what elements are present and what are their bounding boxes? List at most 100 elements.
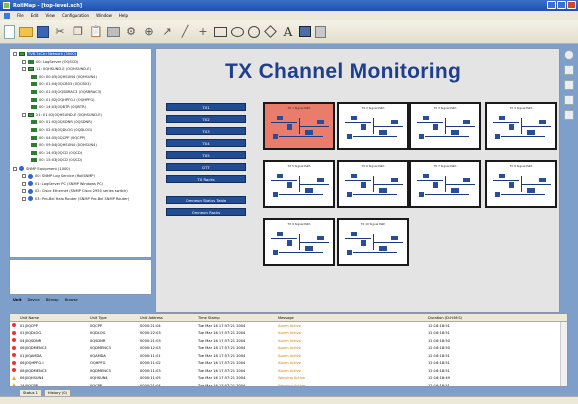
- tree-item[interactable]: SNMP Equipment (1000): [13, 166, 70, 171]
- rectangle-icon[interactable]: [214, 26, 227, 37]
- refresh-icon[interactable]: [563, 110, 574, 120]
- tab-browse[interactable]: Browse: [64, 297, 79, 303]
- signal-path-panel[interactable]: TX 2 Signal Path: [337, 102, 409, 150]
- channel-button-tx2[interactable]: TX2: [166, 115, 246, 123]
- tree-item[interactable]: 00: SNMP Log Service (RollSNMP): [22, 173, 95, 179]
- tree-item[interactable]: 00: 04:05|0QCPP (0QCPP): [31, 135, 85, 140]
- column-header[interactable]: Time Stamp: [196, 316, 276, 320]
- tree-item[interactable]: 00: 01:03|OQSBRAC3 (OQSBRAC3): [31, 90, 101, 94]
- maximize-button[interactable]: [557, 1, 566, 9]
- layers-icon[interactable]: [563, 65, 574, 75]
- grid-icon[interactable]: [563, 80, 574, 90]
- menu-item-view[interactable]: View: [45, 13, 55, 18]
- column-header[interactable]: Unit Address: [138, 316, 196, 320]
- minimize-button[interactable]: [547, 1, 556, 9]
- oval-icon[interactable]: [231, 26, 244, 37]
- link-button-omneon-status-table[interactable]: Omneon Status Table: [166, 196, 246, 204]
- menu-item-edit[interactable]: Edit: [31, 13, 39, 18]
- image-icon[interactable]: [299, 26, 311, 37]
- save-icon[interactable]: [37, 25, 49, 38]
- open-folder-icon[interactable]: [19, 26, 33, 37]
- expand-toggle-icon[interactable]: [22, 196, 26, 201]
- table-row[interactable]: 01|0QDLOG 0QDLOG 0000:22:03 Tue Mar 16 17:5…: [10, 330, 567, 338]
- signal-path-panel[interactable]: TX 8 Signal Path: [485, 160, 557, 208]
- table-row[interactable]: 14|0QCPP 0QCPP 0000:21:04 Tue Mar 16 17:57:…: [10, 382, 567, 386]
- zoom-in-icon[interactable]: [563, 50, 574, 60]
- zoom-icon[interactable]: ⊕: [142, 25, 156, 39]
- disk-icon[interactable]: [315, 25, 326, 38]
- table-row[interactable]: 01|0QCPP 0QCPP 0000:21:04 Tue Mar 16 17:57:…: [10, 322, 567, 330]
- close-button[interactable]: [567, 1, 576, 9]
- tree-item[interactable]: 11: 0QHSUND-E (OQHSUND-E): [22, 67, 91, 72]
- menu-item-configuration[interactable]: Configuration: [62, 13, 89, 18]
- tree-item[interactable]: TVB-TxCtrl Network (3000): [13, 52, 78, 56]
- tab-bitmap[interactable]: Bitmap: [45, 297, 60, 303]
- signal-path-panel[interactable]: TX 7 Signal Path: [409, 160, 481, 208]
- tree-item[interactable]: 01: LogServer PC (SNMP Windows PC): [22, 181, 103, 187]
- expand-toggle-icon[interactable]: [13, 52, 17, 56]
- column-header[interactable]: Unit Name: [18, 316, 88, 320]
- line-icon[interactable]: ╱: [178, 25, 192, 39]
- copy-icon[interactable]: ❐: [71, 25, 85, 39]
- channel-button-tx4[interactable]: TX4: [166, 139, 246, 147]
- properties-icon[interactable]: [563, 95, 574, 105]
- column-header[interactable]: Message: [276, 316, 426, 320]
- expand-toggle-icon[interactable]: [22, 174, 26, 179]
- tree-item[interactable]: 00: 02:03|0QDLOG (0QDLOG): [31, 128, 92, 132]
- channel-button-dtt[interactable]: DTT: [166, 163, 246, 171]
- table-row[interactable]: 01|0QAMDA 0QAMDA 0000:11:01 Tue Mar 16 17:5…: [10, 352, 567, 360]
- signal-path-panel[interactable]: TX 3 Signal Path: [409, 102, 481, 150]
- menu-item-window[interactable]: Window: [96, 13, 112, 18]
- signal-path-panel[interactable]: TX 4 Signal Path: [485, 102, 557, 150]
- table-row[interactable]: 06|OQHPFG-I OQHPFG 0000:11:02 Tue Mar 16 17…: [10, 360, 567, 368]
- signal-path-panel[interactable]: TX 6 Signal Path: [337, 160, 409, 208]
- table-row[interactable]: 04|0QSDNR 0QSDNR 0000:21:03 Tue Mar 16 17:5…: [10, 337, 567, 345]
- tree-item[interactable]: 02: Cisco Ethernet (SNMP Cisco 2950 seri…: [22, 188, 128, 194]
- expand-toggle-icon[interactable]: [22, 59, 26, 64]
- tree-item[interactable]: 00: 14:03|0QCD (0QCD): [31, 150, 82, 155]
- circle-icon[interactable]: [248, 25, 260, 38]
- tree-item[interactable]: 03: Pro-Bel Halo Router (SNMP Pro-Bel SN…: [22, 196, 129, 202]
- expand-toggle-icon[interactable]: [22, 112, 26, 117]
- table-row[interactable]: 06|0QDMENC3 0QDMENC3 0000:12:03 Tue Mar 16 …: [10, 345, 567, 353]
- tree-item[interactable]: 21: 01:02|0QHSUND-E (0QHSUND-E): [22, 112, 102, 117]
- expand-toggle-icon[interactable]: [22, 181, 26, 186]
- tree-item[interactable]: 00: 14:03|0QBTR (0QBTR): [31, 105, 86, 110]
- signal-path-panel[interactable]: TX 10 Signal Path: [337, 218, 409, 266]
- signal-path-panel[interactable]: TX 9 Signal Path: [263, 218, 335, 266]
- cut-icon[interactable]: ✂: [53, 25, 67, 39]
- channel-button-tx1[interactable]: TX1: [166, 103, 246, 111]
- tab-device[interactable]: Device: [26, 297, 40, 303]
- tree-item[interactable]: 00: 00:05|0QHSUN4 (0QHSUN4): [31, 74, 97, 79]
- channel-button-tx3[interactable]: TX3: [166, 127, 246, 135]
- column-header[interactable]: Duration (D:H:M:S): [426, 316, 556, 320]
- pointer-icon[interactable]: ↗: [160, 25, 174, 39]
- new-document-icon[interactable]: [4, 24, 15, 39]
- menu-item-file[interactable]: File: [17, 13, 24, 18]
- link-button-omneon-racks[interactable]: Omneon Racks: [166, 208, 246, 216]
- expand-toggle-icon[interactable]: [22, 67, 26, 72]
- diamond-icon[interactable]: [264, 25, 277, 38]
- table-row[interactable]: 06|0QHSUN4 0QHSUN4 0000:11:05 Tue Mar 16 17…: [10, 375, 567, 383]
- signal-path-panel[interactable]: TX 1 Signal Path: [263, 102, 335, 150]
- table-row[interactable]: 08|0QDMENC3 0QDMENC3 0000:11:03 Tue Mar 16 …: [10, 367, 567, 375]
- signal-path-panel[interactable]: TX 5 Signal Path: [263, 160, 335, 208]
- expand-toggle-icon[interactable]: [22, 189, 26, 194]
- tab-unit[interactable]: Unit: [12, 297, 22, 303]
- channel-button-tx-racks[interactable]: TX Racks: [166, 175, 246, 183]
- document-menu-icon[interactable]: [4, 12, 10, 19]
- text-icon[interactable]: A: [281, 25, 295, 39]
- menu-item-help[interactable]: Help: [119, 13, 128, 18]
- expand-toggle-icon[interactable]: [13, 166, 17, 171]
- tree-item[interactable]: 00: 01:04|0QCB03 (0QCB03): [31, 82, 91, 87]
- tree-item[interactable]: 00: 09:04|0QHSUN4 (0QHSUN4): [31, 143, 97, 148]
- cross-icon[interactable]: +: [196, 25, 210, 39]
- settings-icon[interactable]: ⚙: [124, 25, 138, 39]
- tree-item[interactable]: 00: 15:03|0QCD (0QCD): [31, 158, 82, 163]
- table-scrollbar[interactable]: [560, 322, 567, 386]
- channel-button-tx5[interactable]: TX5: [166, 151, 246, 159]
- paste-icon[interactable]: 📋: [89, 25, 103, 39]
- print-icon[interactable]: [107, 26, 120, 37]
- column-header[interactable]: Unit Type: [88, 316, 138, 320]
- tree-item[interactable]: 00: LogServer (OQSCD): [22, 59, 78, 64]
